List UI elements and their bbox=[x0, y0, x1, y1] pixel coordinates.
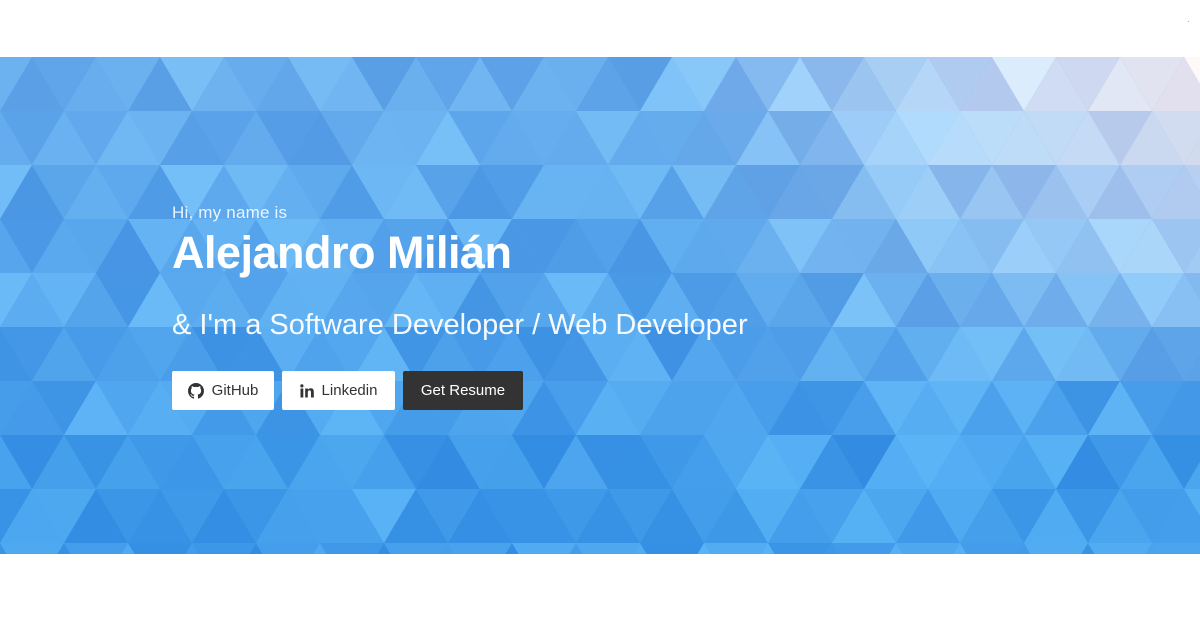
triangle-tile bbox=[1152, 543, 1200, 554]
triangle-tile bbox=[64, 543, 128, 554]
github-button-label: GitHub bbox=[211, 382, 259, 399]
linkedin-button-label: Linkedin bbox=[321, 382, 378, 399]
menu-dot: · bbox=[1187, 17, 1190, 26]
get-resume-button-label: Get Resume bbox=[420, 382, 506, 399]
linkedin-button[interactable]: Linkedin bbox=[282, 371, 395, 410]
github-icon bbox=[187, 382, 204, 399]
hero-name: Alejandro Milián bbox=[172, 227, 512, 278]
page: · Hi, my name is Alejandro Milián & I'm … bbox=[0, 0, 1200, 630]
github-button[interactable]: GitHub bbox=[172, 371, 274, 410]
hero-tagline: & I'm a Software Developer / Web Develop… bbox=[172, 309, 748, 341]
hero-content: Hi, my name is Alejandro Milián & I'm a … bbox=[172, 57, 1072, 554]
page-bottom bbox=[0, 554, 1200, 630]
linkedin-icon bbox=[299, 383, 314, 398]
triangle-tile bbox=[0, 543, 64, 554]
top-bar: · bbox=[0, 0, 1200, 57]
triangle-tile bbox=[1088, 543, 1152, 554]
greeting-text: Hi, my name is bbox=[172, 203, 288, 222]
hero-banner: Hi, my name is Alejandro Milián & I'm a … bbox=[0, 57, 1200, 554]
get-resume-button[interactable]: Get Resume bbox=[403, 371, 523, 410]
